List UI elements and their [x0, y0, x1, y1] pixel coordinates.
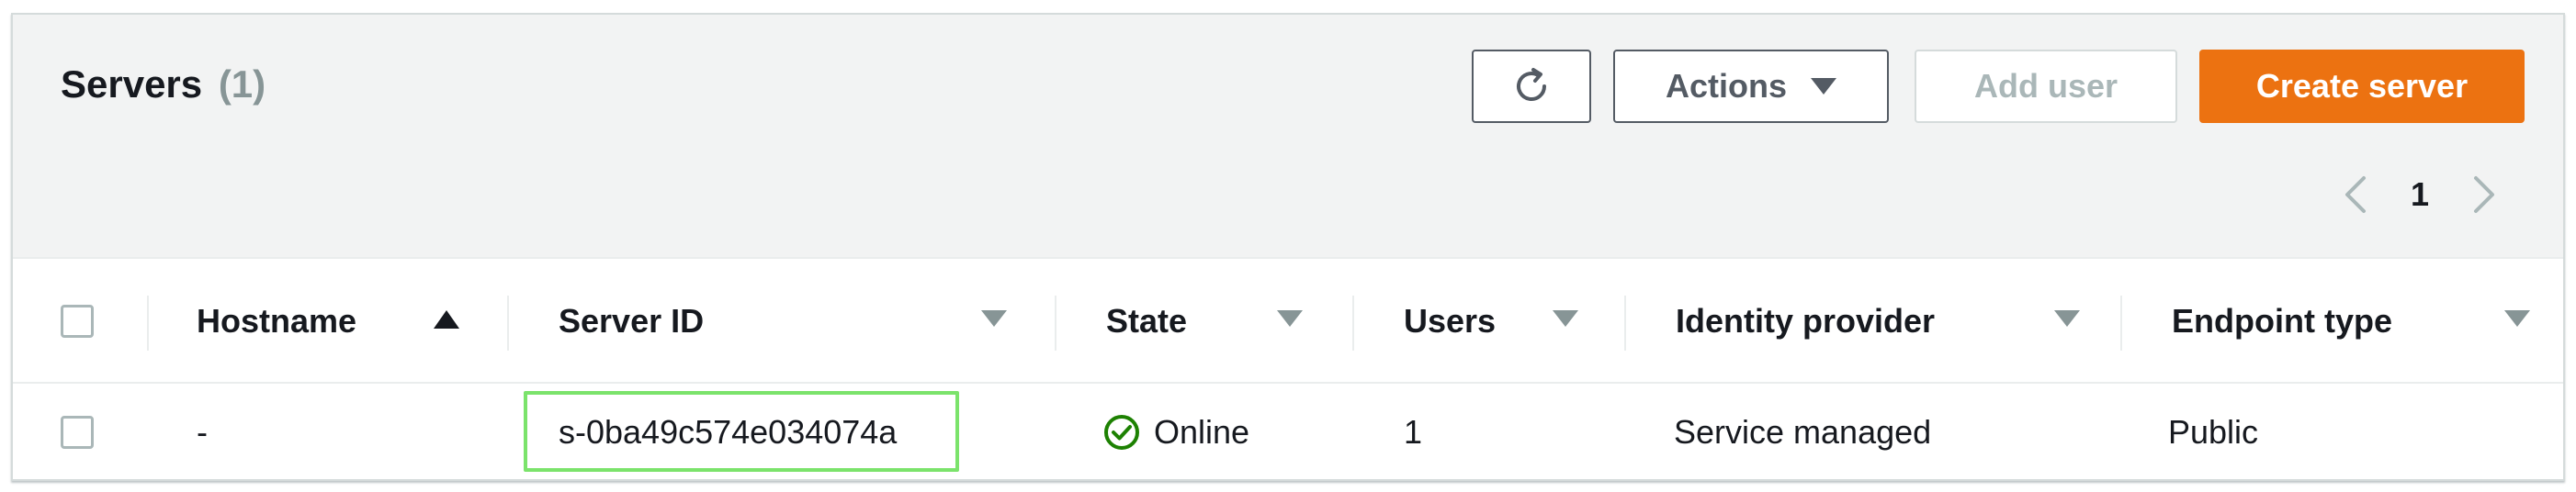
actions-button[interactable]: Actions [1613, 50, 1889, 123]
server-count: (1) [218, 62, 266, 106]
column-label: Users [1404, 302, 1497, 340]
users-cell: 1 [1404, 413, 1423, 451]
row-checkbox[interactable] [61, 416, 94, 449]
select-all-cell [61, 261, 94, 382]
sort-descending-icon[interactable] [1277, 310, 1303, 327]
column-label: State [1106, 302, 1188, 340]
sort-descending-icon[interactable] [1553, 310, 1578, 327]
row-select-cell [61, 384, 94, 481]
status-indicator: Online [1102, 413, 1249, 452]
panel-header: Servers (1) Actions Add user Create serv… [13, 15, 2563, 259]
column-header-endpoint-type[interactable]: Endpoint type [2172, 261, 2392, 382]
create-server-button[interactable]: Create server [2199, 50, 2525, 123]
column-header-hostname[interactable]: Hostname [197, 261, 356, 382]
column-label: Server ID [559, 302, 705, 340]
chevron-left-icon [2345, 176, 2366, 213]
column-header-users[interactable]: Users [1404, 261, 1496, 382]
column-divider [1352, 296, 1354, 351]
check-circle-icon [1104, 415, 1139, 450]
select-all-checkbox[interactable] [61, 305, 94, 338]
servers-panel: Servers (1) Actions Add user Create serv… [11, 13, 2565, 481]
next-page-button[interactable] [2457, 167, 2512, 222]
add-user-button[interactable]: Add user [1915, 50, 2177, 123]
chevron-right-icon [2474, 176, 2494, 213]
column-divider [2120, 296, 2122, 351]
column-label: Identity provider [1676, 302, 1936, 340]
refresh-button[interactable] [1472, 50, 1591, 123]
column-header-state[interactable]: State [1106, 261, 1187, 382]
title-text: Servers [61, 62, 203, 106]
column-label: Hostname [197, 302, 357, 340]
column-divider [1055, 296, 1056, 351]
column-label: Endpoint type [2172, 302, 2392, 340]
column-divider [147, 296, 149, 351]
state-text: Online [1154, 413, 1250, 451]
create-server-label: Create server [2255, 67, 2469, 105]
current-page-number[interactable]: 1 [2383, 175, 2457, 214]
state-cell: Online [1102, 384, 1249, 481]
column-header-server-id[interactable]: Server ID [559, 261, 704, 382]
actions-label: Actions [1665, 67, 1787, 105]
column-header-identity-provider[interactable]: Identity provider [1676, 261, 1935, 382]
server-id-link[interactable]: s-0ba49c574e034074a [559, 384, 897, 481]
sort-descending-icon[interactable] [981, 310, 1007, 327]
identity-provider-cell: Service managed [1674, 413, 1932, 451]
table-header: Hostname Server ID State Users Identity … [13, 261, 2563, 384]
page-title: Servers (1) [61, 62, 266, 106]
sort-ascending-icon[interactable] [434, 310, 459, 329]
sort-descending-icon[interactable] [2504, 310, 2530, 327]
endpoint-type-cell: Public [2168, 413, 2259, 451]
column-divider [1624, 296, 1626, 351]
add-user-label: Add user [1973, 67, 2118, 105]
column-divider [507, 296, 509, 351]
caret-down-icon [1811, 78, 1836, 95]
previous-page-button[interactable] [2328, 167, 2383, 222]
sort-descending-icon[interactable] [2054, 310, 2080, 327]
pagination: 1 [2328, 167, 2530, 222]
table-row: - s-0ba49c574e034074a Online 1 Service m… [13, 384, 2563, 481]
refresh-icon [1517, 68, 1546, 102]
hostname-cell: - [197, 413, 208, 451]
